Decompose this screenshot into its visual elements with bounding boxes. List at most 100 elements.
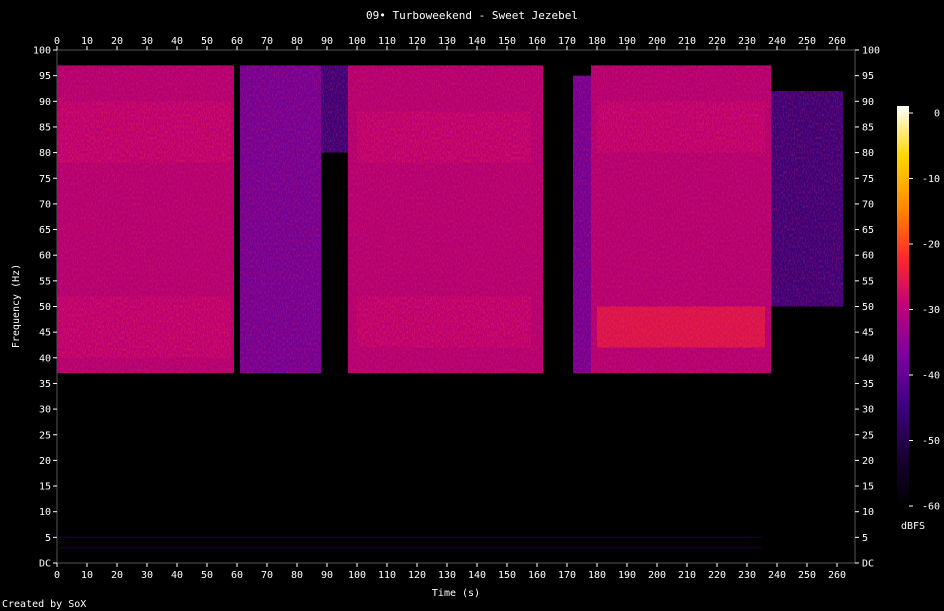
x-tick-label-top: 30 (141, 36, 153, 47)
y-tick-label-left: 45 (39, 328, 51, 339)
colorbar-tick-label: -30 (922, 305, 940, 316)
energy-band-texture (573, 75, 591, 374)
y-tick-label-left: 35 (39, 379, 51, 390)
y-tick-label-right: 35 (862, 379, 874, 390)
x-tick-label-bottom: 120 (408, 570, 426, 581)
colorbar-label: dBFS (901, 521, 925, 532)
x-tick-label-bottom: 160 (528, 570, 546, 581)
x-tick-label-top: 20 (111, 36, 123, 47)
hot-region-texture (357, 296, 531, 348)
y-tick-label-left: 15 (39, 482, 51, 493)
x-tick-label-top: 110 (378, 36, 396, 47)
energy-band-texture (771, 91, 843, 307)
y-tick-label-left: 30 (39, 405, 51, 416)
x-axis-top: 0 10 20 30 40 50 60 70 80 90 100 110 120 130 140 150 160… (54, 36, 846, 50)
x-tick-label-top: 140 (468, 36, 486, 47)
x-tick-label-bottom: 220 (708, 570, 726, 581)
x-tick-label-top: 230 (738, 36, 756, 47)
chart-title: 09• Turboweekend - Sweet Jezebel (366, 9, 578, 22)
x-tick-label-bottom: 30 (141, 570, 153, 581)
x-tick-label-bottom: 90 (321, 570, 333, 581)
y-axis-right: DC 5 10 15 20 25 30 35 40 45 50 55 60 65 70 75 80 85 90 95 1… (855, 46, 880, 570)
y-tick-label-left: 10 (39, 507, 51, 518)
x-tick-label-top: 70 (261, 36, 273, 47)
y-tick-label-right: 75 (862, 174, 874, 185)
y-tick-label-right: 15 (862, 482, 874, 493)
colorbar-tick-label: 0 (934, 109, 940, 120)
energy-band-texture (321, 65, 348, 153)
colorbar-tick-label: -10 (922, 174, 940, 185)
colorbar-tick-label: -60 (922, 502, 940, 513)
y-tick-label-right: 90 (862, 97, 874, 108)
x-tick-label-top: 10 (81, 36, 93, 47)
colorbar (897, 106, 909, 507)
x-tick-label-top: 260 (828, 36, 846, 47)
y-tick-label-right: 30 (862, 405, 874, 416)
x-tick-label-bottom: 150 (498, 570, 516, 581)
x-tick-label-bottom: 0 (54, 570, 60, 581)
x-tick-label-top: 120 (408, 36, 426, 47)
x-tick-label-top: 240 (768, 36, 786, 47)
y-tick-label-left: DC (39, 559, 51, 570)
colorbar-tick-label: -20 (922, 240, 940, 251)
x-tick-label-bottom: 260 (828, 570, 846, 581)
y-tick-label-left: 85 (39, 122, 51, 133)
x-tick-label-top: 200 (648, 36, 666, 47)
x-tick-label-top: 90 (321, 36, 333, 47)
x-tick-label-bottom: 80 (291, 570, 303, 581)
x-tick-label-top: 160 (528, 36, 546, 47)
y-tick-label-left: 75 (39, 174, 51, 185)
y-tick-label-right: 70 (862, 199, 874, 210)
y-tick-label-right: 60 (862, 251, 874, 262)
hot-region-texture (357, 111, 531, 163)
x-tick-label-top: 60 (231, 36, 243, 47)
x-tick-label-top: 50 (201, 36, 213, 47)
x-tick-label-bottom: 210 (678, 570, 696, 581)
y-tick-label-right: 5 (862, 533, 868, 544)
y-tick-label-left: 55 (39, 276, 51, 287)
x-axis-label: Time (s) (432, 588, 480, 599)
y-tick-label-right: 20 (862, 456, 874, 467)
x-tick-label-bottom: 190 (618, 570, 636, 581)
y-tick-label-right: 45 (862, 328, 874, 339)
y-tick-label-right: 65 (862, 225, 874, 236)
y-tick-label-right: 25 (862, 430, 874, 441)
y-tick-label-right: 95 (862, 71, 874, 82)
y-tick-label-right: 100 (862, 46, 880, 57)
y-tick-label-left: 50 (39, 302, 51, 313)
y-tick-label-right: 50 (862, 302, 874, 313)
x-tick-label-top: 130 (438, 36, 456, 47)
y-tick-label-left: 80 (39, 148, 51, 159)
hot-region-texture (597, 101, 765, 153)
y-axis-label: Frequency (Hz) (11, 264, 22, 348)
y-tick-label-right: DC (862, 559, 874, 570)
y-tick-label-left: 65 (39, 225, 51, 236)
x-tick-label-top: 220 (708, 36, 726, 47)
x-tick-label-top: 40 (171, 36, 183, 47)
y-tick-label-left: 25 (39, 430, 51, 441)
x-tick-label-top: 100 (348, 36, 366, 47)
x-tick-label-top: 210 (678, 36, 696, 47)
x-tick-label-bottom: 50 (201, 570, 213, 581)
x-tick-label-top: 190 (618, 36, 636, 47)
y-tick-label-left: 5 (45, 533, 51, 544)
x-tick-label-top: 170 (558, 36, 576, 47)
y-tick-label-right: 85 (862, 122, 874, 133)
y-axis-left: DC 5 10 15 20 25 30 35 40 45 50 55 60 65 70 75 80 85 90 95 1… (33, 46, 57, 570)
y-tick-label-right: 55 (862, 276, 874, 287)
energy-band-texture (240, 65, 321, 374)
x-tick-label-top: 180 (588, 36, 606, 47)
y-tick-label-left: 100 (33, 46, 51, 57)
x-tick-label-bottom: 60 (231, 570, 243, 581)
x-tick-label-bottom: 70 (261, 570, 273, 581)
hot-region-texture (57, 101, 231, 163)
x-tick-label-top: 150 (498, 36, 516, 47)
y-tick-label-left: 95 (39, 71, 51, 82)
y-tick-label-left: 90 (39, 97, 51, 108)
colorbar-tick-label: -50 (922, 436, 940, 447)
y-tick-label-left: 40 (39, 353, 51, 364)
x-tick-label-bottom: 100 (348, 570, 366, 581)
y-tick-label-right: 10 (862, 507, 874, 518)
x-tick-label-bottom: 20 (111, 570, 123, 581)
colorbar-ticks: 0 -10 -20 -30 -40 -50 -60 (909, 109, 940, 513)
